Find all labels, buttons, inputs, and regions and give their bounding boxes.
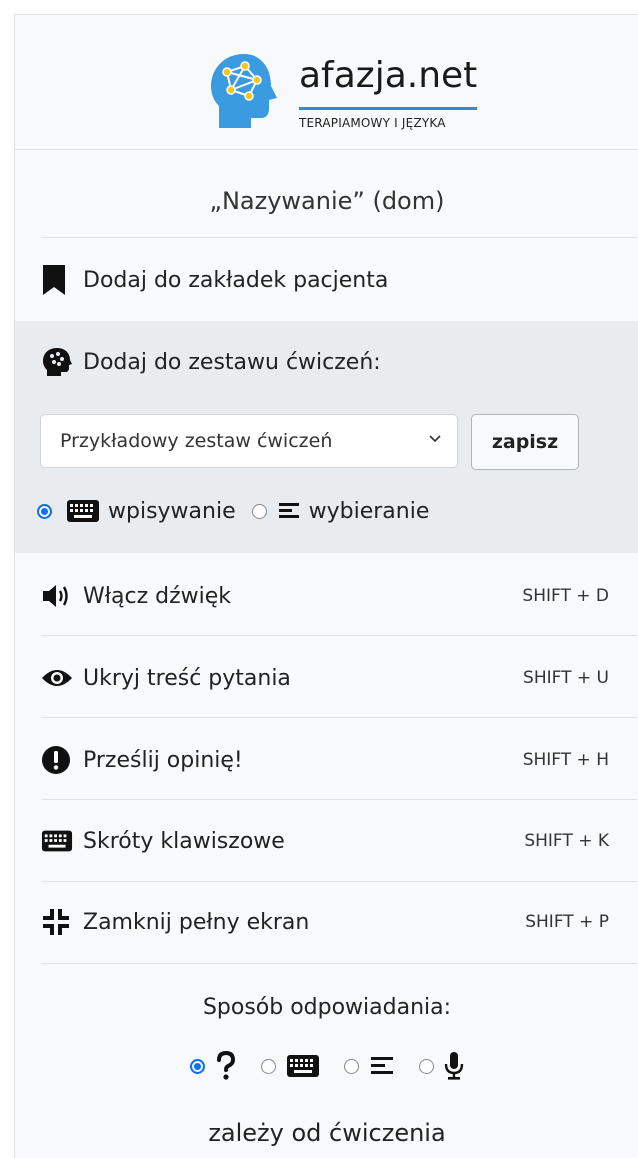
compress-icon xyxy=(43,909,69,935)
list-icon xyxy=(278,503,299,518)
bookmark-icon xyxy=(43,265,65,295)
divider xyxy=(15,149,638,150)
divider xyxy=(41,881,637,882)
exit-fullscreen-label: Zamknij pełny ekran xyxy=(83,909,310,935)
divider xyxy=(41,717,637,718)
answer-mode-options xyxy=(15,1051,638,1081)
logo-underline xyxy=(299,107,477,110)
exclamation-icon xyxy=(42,746,70,774)
keyboard-icon xyxy=(41,830,73,852)
logo[interactable]: afazja.net TERAPIAMOWY I JĘZYKA xyxy=(205,45,505,140)
logo-tagline: TERAPIAMOWY I JĘZYKA xyxy=(299,116,446,130)
answer-choosing-radio[interactable] xyxy=(344,1058,359,1074)
hide-question-label: Ukryj treść pytania xyxy=(83,665,291,691)
mode-choosing-radio[interactable] xyxy=(251,503,267,519)
answer-typing-radio[interactable] xyxy=(261,1058,276,1074)
set-mode-options: wpisywanie wybieranie xyxy=(37,491,439,531)
mode-typing-radio[interactable] xyxy=(37,503,52,519)
sound-shortcut: SHIFT + D xyxy=(522,586,609,606)
answer-voice-radio[interactable] xyxy=(419,1058,434,1074)
bookmark-label: Dodaj do zakładek pacjenta xyxy=(83,267,389,293)
brain-head-logo-icon xyxy=(211,54,277,128)
keyboard-shortcuts-label: Skróty klawiszowe xyxy=(83,828,285,854)
answer-default-radio[interactable] xyxy=(190,1058,205,1074)
divider xyxy=(41,963,637,964)
logo-name: afazja.net xyxy=(299,55,478,96)
answer-mode-title: Sposób odpowiadania: xyxy=(202,995,452,1020)
question-icon xyxy=(217,1051,236,1080)
side-panel: afazja.net TERAPIAMOWY I JĘZYKA „Nazywan… xyxy=(14,14,638,1158)
volume-icon xyxy=(43,585,68,607)
exercise-set-select[interactable]: Przykładowy zestaw ćwiczeń xyxy=(40,414,458,468)
hide-question-shortcut: SHIFT + U xyxy=(523,668,609,688)
exit-fullscreen-shortcut: SHIFT + P xyxy=(525,912,609,932)
keyboard-shortcuts-button[interactable]: Skróty klawiszowe SHIFT + K xyxy=(41,816,637,866)
exercise-set-label: Dodaj do zestawu ćwiczeń: xyxy=(83,349,381,375)
divider xyxy=(41,237,637,238)
exit-fullscreen-button[interactable]: Zamknij pełny ekran SHIFT + P xyxy=(41,897,637,947)
eye-icon xyxy=(42,670,72,686)
mode-typing-label: wpisywanie xyxy=(108,498,236,524)
divider xyxy=(41,635,637,636)
hide-question-toggle[interactable]: Ukryj treść pytania SHIFT + U xyxy=(41,653,637,703)
save-button[interactable]: zapisz xyxy=(471,414,579,470)
feedback-shortcut: SHIFT + H xyxy=(522,750,609,770)
exercise-set-selected: Przykładowy zestaw ćwiczeń xyxy=(60,430,333,452)
exercise-title: „Nazywanie” (dom) xyxy=(209,187,445,215)
sound-toggle[interactable]: Włącz dźwięk SHIFT + D xyxy=(41,571,637,621)
divider xyxy=(41,799,637,800)
microphone-icon xyxy=(444,1052,464,1080)
keyboard-shortcuts-shortcut: SHIFT + K xyxy=(524,831,609,851)
brain-head-icon xyxy=(43,348,72,376)
chevron-down-icon xyxy=(429,435,441,443)
mode-choosing-label: wybieranie xyxy=(308,498,430,524)
feedback-button[interactable]: Prześlij opinię! SHIFT + H xyxy=(41,735,637,785)
sound-label: Włącz dźwięk xyxy=(83,583,232,609)
keyboard-icon xyxy=(287,1055,319,1077)
feedback-label: Prześlij opinię! xyxy=(83,747,243,773)
exercise-set-section: Dodaj do zestawu ćwiczeń: Przykładowy ze… xyxy=(15,321,638,553)
keyboard-icon xyxy=(67,500,99,522)
answer-mode-note: zależy od ćwiczenia xyxy=(208,1119,446,1147)
bookmark-button[interactable]: Dodaj do zakładek pacjenta xyxy=(41,255,637,305)
exercise-set-header: Dodaj do zestawu ćwiczeń: xyxy=(41,337,637,387)
list-icon xyxy=(371,1057,393,1074)
